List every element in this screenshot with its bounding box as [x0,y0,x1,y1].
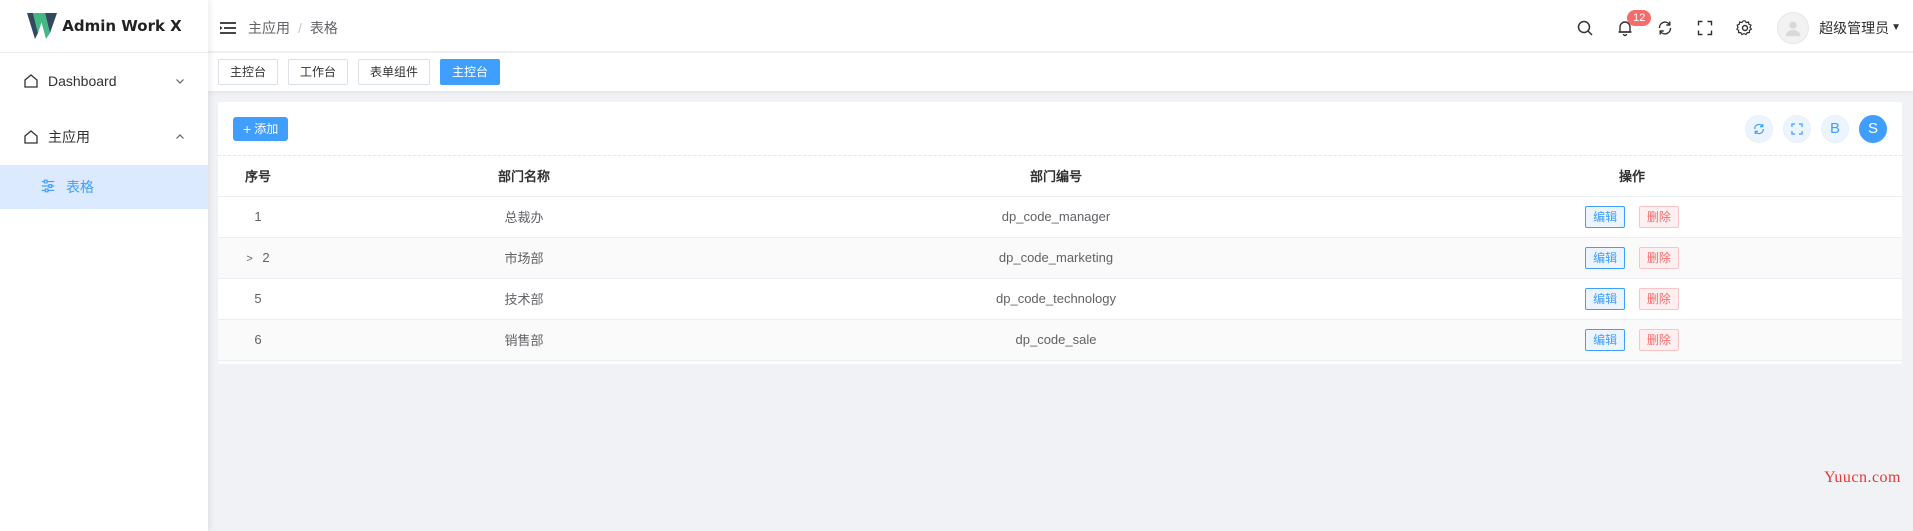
tab-workplace[interactable]: 工作台 [288,59,349,85]
table-header-row: 序号 部门名称 部门编号 操作 [218,156,1902,197]
tab-console-active[interactable]: 主控台 [440,59,501,85]
table-refresh-button[interactable] [1745,114,1773,143]
cell-actions: 编辑 删除 [1362,278,1902,320]
top-header: 主应用 / 表格 12 超级管理员 ▼ [208,4,1913,52]
edit-button[interactable]: 编辑 [1585,205,1626,228]
column-header-actions: 操作 [1362,156,1902,197]
breadcrumb-separator: / [298,19,302,36]
sidebar-item-label: 主应用 [48,129,90,145]
cell-actions: 编辑 删除 [1362,237,1902,279]
table-card: + 添加 B S 序号 部门名称 部门编号 操作 1 总裁办 dp_code_m… [218,102,1902,364]
edit-button[interactable]: 编辑 [1585,328,1626,351]
refresh-icon[interactable] [1645,8,1685,48]
cell-name: 总裁办 [298,196,750,238]
cell-code: dp_code_marketing [750,237,1362,279]
column-header-index: 序号 [218,156,298,197]
plus-icon: + [243,120,252,137]
table-row: 1 总裁办 dp_code_manager 编辑 删除 [218,196,1902,238]
cell-code: dp_code_manager [750,196,1362,238]
sidebar-item-table[interactable]: 表格 [0,165,208,209]
sidebar-item-dashboard[interactable]: Dashboard [0,53,208,109]
refresh-icon [1754,123,1764,134]
stripe-toggle-button[interactable]: S [1859,114,1887,143]
home-icon [22,72,40,90]
sidebar-item-main-app[interactable]: 主应用 [0,109,208,165]
cell-index: > 2 [218,237,298,279]
edit-button[interactable]: 编辑 [1585,287,1626,310]
app-title: Admin Work X [62,17,182,35]
sidebar: Admin Work X Dashboard 主应用 表格 [0,0,208,531]
logo-icon [27,13,58,39]
breadcrumb-current: 表格 [309,19,338,36]
cell-actions: 编辑 删除 [1362,319,1902,361]
menu-fold-icon[interactable] [218,18,238,38]
sliders-icon [40,178,58,196]
breadcrumb: 主应用 / 表格 [248,18,338,38]
cell-name: 销售部 [298,319,750,361]
table-toolbar: + 添加 B S [218,102,1902,156]
cell-index: 6 [218,319,298,361]
delete-button[interactable]: 删除 [1638,246,1679,269]
delete-button[interactable]: 删除 [1638,287,1679,310]
fullscreen-icon[interactable] [1685,8,1725,48]
cell-code: dp_code_technology [750,278,1362,320]
avatar[interactable] [1777,11,1810,44]
user-icon [1785,21,1801,36]
table-row: 5 技术部 dp_code_technology 编辑 删除 [218,278,1902,320]
home-icon [22,128,40,146]
cell-index: 1 [218,196,298,238]
search-icon[interactable] [1565,8,1605,48]
fullscreen-icon [1791,122,1803,135]
sidebar-item-label: Dashboard [48,73,117,89]
border-toggle-button[interactable]: B [1821,114,1849,143]
table-row: > 2 市场部 dp_code_marketing 编辑 删除 [218,237,1902,279]
column-header-code: 部门编号 [750,156,1362,197]
caret-down-icon: ▼ [1891,22,1901,33]
edit-button[interactable]: 编辑 [1585,246,1626,269]
user-menu[interactable]: 超级管理员 ▼ [1819,18,1901,38]
table-row: 6 销售部 dp_code_sale 编辑 删除 [218,319,1902,361]
cell-code: dp_code_sale [750,319,1362,361]
expand-row-icon[interactable]: > [246,253,252,265]
cell-index-value: 2 [262,250,270,265]
department-table: 序号 部门名称 部门编号 操作 1 总裁办 dp_code_manager 编辑… [218,156,1902,361]
sidebar-item-label: 表格 [66,179,94,195]
cell-name: 市场部 [298,237,750,279]
gear-icon[interactable] [1725,8,1765,48]
header-actions: 12 超级管理员 ▼ [1565,8,1901,48]
watermark: Yuucn.com [1824,469,1901,486]
username: 超级管理员 [1819,19,1890,36]
tab-form-components[interactable]: 表单组件 [358,59,431,85]
breadcrumb-item[interactable]: 主应用 [248,18,290,38]
notification-bell[interactable]: 12 [1605,8,1652,48]
delete-button[interactable]: 删除 [1638,328,1679,351]
table-tools: B S [1735,114,1887,143]
cell-actions: 编辑 删除 [1362,196,1902,238]
chevron-up-icon [174,131,186,143]
tab-console[interactable]: 主控台 [218,59,279,85]
cell-name: 技术部 [298,278,750,320]
tabs-bar: 主控台 工作台 表单组件 主控台 [208,53,1913,91]
add-button-label: 添加 [254,122,279,136]
add-button[interactable]: + 添加 [233,116,289,141]
delete-button[interactable]: 删除 [1638,205,1679,228]
column-header-name: 部门名称 [298,156,750,197]
table-fullscreen-button[interactable] [1783,114,1811,143]
logo[interactable]: Admin Work X [0,0,208,53]
chevron-down-icon [174,75,186,87]
cell-index: 5 [218,278,298,320]
